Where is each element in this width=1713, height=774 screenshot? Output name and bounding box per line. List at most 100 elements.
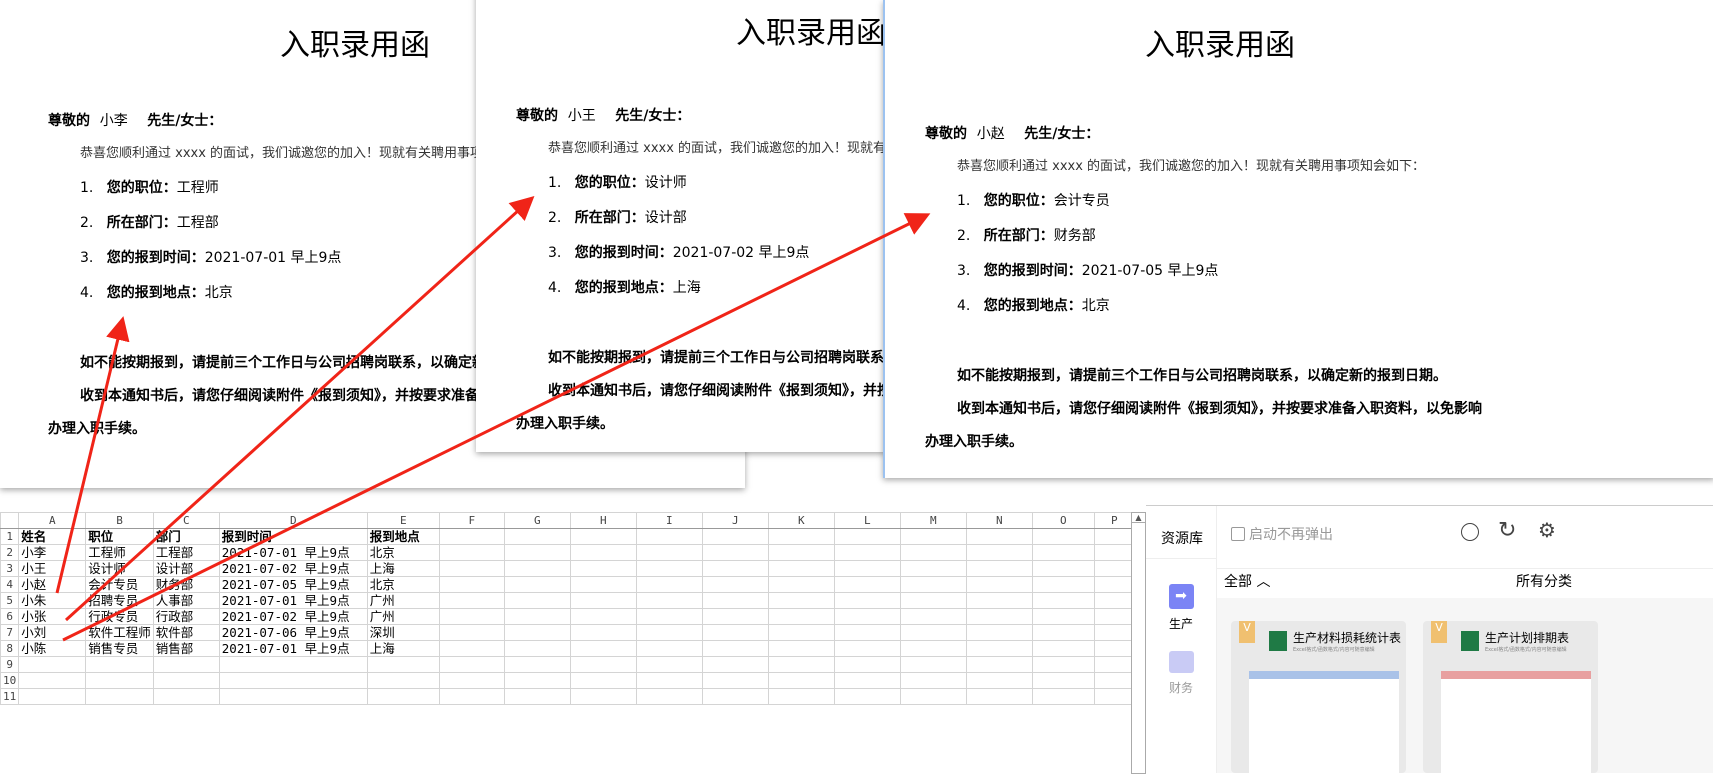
cell[interactable]	[218, 672, 368, 689]
cell[interactable]	[18, 688, 87, 705]
scroll-up-icon[interactable]: ▲	[1132, 513, 1145, 523]
cell[interactable]	[1031, 560, 1095, 577]
row-header[interactable]: 6	[0, 608, 20, 625]
cell[interactable]	[767, 528, 835, 545]
row-header[interactable]: 9	[0, 656, 20, 673]
column-header[interactable]: C	[152, 512, 220, 529]
cell[interactable]: 2021-07-02 早上9点	[218, 560, 368, 577]
cell[interactable]	[18, 672, 87, 689]
select-all[interactable]	[0, 512, 20, 529]
cell[interactable]: 2021-07-02 早上9点	[218, 608, 368, 625]
column-header[interactable]: A	[18, 512, 87, 529]
cell[interactable]: 小王	[18, 560, 87, 577]
cell[interactable]	[1093, 544, 1135, 561]
cell[interactable]: 上海	[366, 640, 440, 657]
column-header[interactable]: J	[701, 512, 769, 529]
cell[interactable]	[218, 656, 368, 673]
cell[interactable]	[1093, 640, 1135, 657]
cell[interactable]	[635, 576, 703, 593]
category-dropdown[interactable]: 所有分类	[1516, 571, 1572, 591]
cell[interactable]	[503, 576, 571, 593]
cell[interactable]	[1031, 608, 1095, 625]
cell[interactable]	[635, 544, 703, 561]
column-header[interactable]: M	[899, 512, 967, 529]
cell[interactable]: 北京	[366, 576, 440, 593]
cell[interactable]	[899, 576, 967, 593]
cell[interactable]	[767, 592, 835, 609]
cell[interactable]: 小朱	[18, 592, 87, 609]
cell[interactable]	[899, 672, 967, 689]
cell[interactable]	[1031, 624, 1095, 641]
cell[interactable]: 财务部	[152, 576, 220, 593]
no-popup-checkbox[interactable]: 启动不再弹出	[1231, 524, 1333, 544]
cell[interactable]	[1093, 672, 1135, 689]
cell[interactable]	[85, 672, 154, 689]
cell[interactable]	[701, 560, 769, 577]
cell[interactable]	[503, 608, 571, 625]
cell[interactable]	[438, 624, 505, 641]
cell[interactable]	[767, 544, 835, 561]
cell[interactable]	[438, 592, 505, 609]
template-card[interactable]: V 生产材料损耗统计表 Excel格式/函数格式/内容可随意编辑	[1231, 621, 1406, 773]
cell[interactable]	[767, 608, 835, 625]
column-header[interactable]: G	[503, 512, 571, 529]
cell[interactable]	[767, 672, 835, 689]
cell[interactable]	[503, 672, 571, 689]
cell[interactable]	[438, 640, 505, 657]
cell[interactable]	[701, 672, 769, 689]
cell[interactable]	[503, 688, 571, 705]
cell[interactable]: 软件部	[152, 624, 220, 641]
cell[interactable]	[438, 576, 505, 593]
cell[interactable]	[438, 608, 505, 625]
cell[interactable]	[438, 544, 505, 561]
cell[interactable]	[833, 528, 901, 545]
cell[interactable]	[965, 576, 1033, 593]
nav-item-finance[interactable]: 财务	[1156, 651, 1206, 696]
cell[interactable]	[701, 608, 769, 625]
cell[interactable]	[1031, 576, 1095, 593]
column-header[interactable]: L	[833, 512, 901, 529]
cell[interactable]	[569, 640, 637, 657]
cell[interactable]: 行政部	[152, 608, 220, 625]
cell[interactable]	[569, 560, 637, 577]
cell[interactable]	[569, 592, 637, 609]
cell[interactable]	[1031, 544, 1095, 561]
cell[interactable]	[635, 592, 703, 609]
cell[interactable]	[767, 640, 835, 657]
cell[interactable]: 2021-07-01 早上9点	[218, 544, 368, 561]
cell[interactable]	[899, 656, 967, 673]
cell[interactable]: 小刘	[18, 624, 87, 641]
cell[interactable]	[701, 528, 769, 545]
cell[interactable]	[1093, 560, 1135, 577]
cell[interactable]: 北京	[366, 544, 440, 561]
cell[interactable]	[635, 640, 703, 657]
cell[interactable]	[152, 672, 220, 689]
template-card[interactable]: V 生产计划排期表 Excel格式/函数格式/内容可随意编辑	[1423, 621, 1598, 773]
cell[interactable]	[1093, 656, 1135, 673]
refresh-icon[interactable]: ↻	[1498, 518, 1516, 543]
cell[interactable]: 会计专员	[85, 576, 154, 593]
cell[interactable]	[965, 608, 1033, 625]
cell[interactable]	[1093, 608, 1135, 625]
cell[interactable]: 人事部	[152, 592, 220, 609]
row-header[interactable]: 2	[0, 544, 20, 561]
cell[interactable]	[635, 608, 703, 625]
column-header[interactable]: K	[767, 512, 835, 529]
cell[interactable]	[503, 592, 571, 609]
column-header[interactable]: D	[218, 512, 368, 529]
filter-dropdown[interactable]: 全部 ︿	[1224, 571, 1270, 591]
row-header[interactable]: 5	[0, 592, 20, 609]
user-icon[interactable]	[1461, 523, 1479, 541]
cell[interactable]: 招聘专员	[85, 592, 154, 609]
cell[interactable]	[899, 592, 967, 609]
cell[interactable]	[833, 576, 901, 593]
cell[interactable]	[701, 640, 769, 657]
cell[interactable]	[767, 576, 835, 593]
cell[interactable]	[833, 592, 901, 609]
cell[interactable]: 深圳	[366, 624, 440, 641]
cell[interactable]	[366, 672, 440, 689]
row-header[interactable]: 10	[0, 672, 20, 689]
cell[interactable]	[767, 624, 835, 641]
cell[interactable]	[1093, 592, 1135, 609]
cell[interactable]: 报到地点	[366, 528, 440, 545]
